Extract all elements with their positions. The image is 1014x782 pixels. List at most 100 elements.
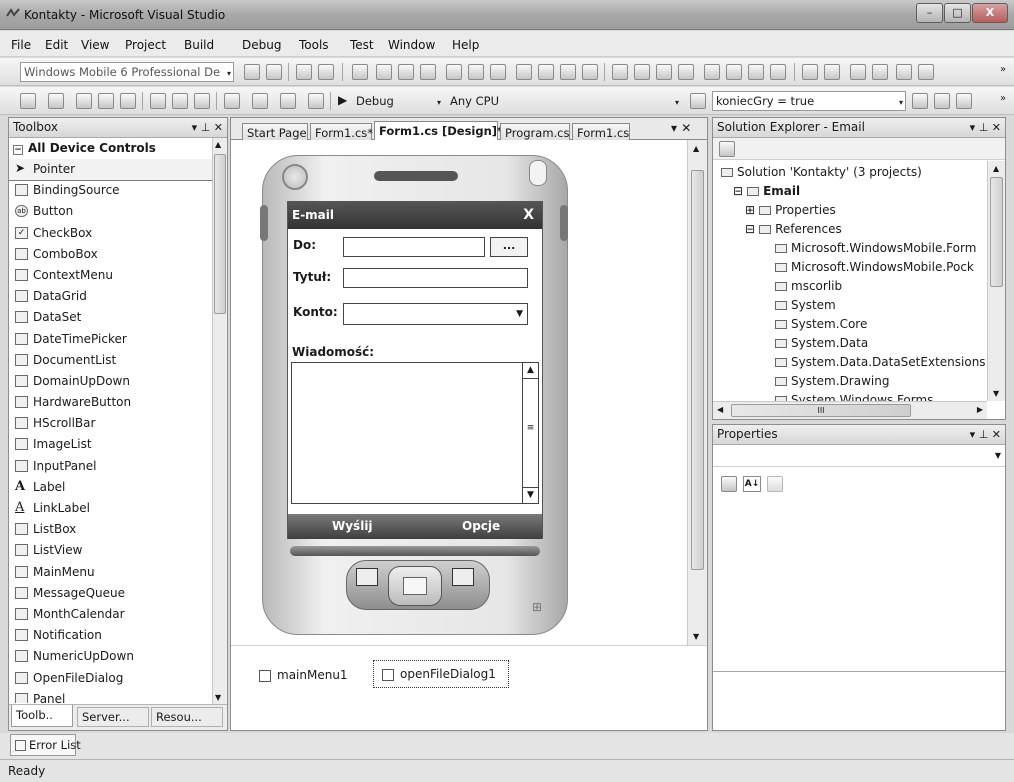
navigate-forward-icon[interactable]: [308, 93, 324, 109]
navigate-backward-icon[interactable]: [280, 93, 296, 109]
size-to-grid-icon[interactable]: [582, 64, 598, 80]
menu-tools[interactable]: Tools: [299, 38, 329, 52]
object-browser-icon[interactable]: [956, 93, 972, 109]
menu-edit[interactable]: Edit: [45, 38, 68, 52]
decrease-vspacing-icon[interactable]: [748, 64, 764, 80]
show-all-files-icon[interactable]: [719, 141, 735, 157]
wiadomosc-textbox[interactable]: ▲ ≡ ▼: [291, 362, 539, 504]
toolbar-overflow-icon[interactable]: »: [1000, 93, 1006, 104]
maximize-button[interactable]: □: [944, 3, 971, 23]
tree-item-reference[interactable]: Microsoft.WindowsMobile.Form: [775, 239, 976, 258]
form-close-icon[interactable]: X: [523, 202, 534, 228]
remove-vspacing-icon[interactable]: [770, 64, 786, 80]
align-lefts-icon[interactable]: [296, 64, 312, 80]
menu-wyslij[interactable]: Wyślij: [332, 519, 373, 533]
toolbox-item[interactable]: DataGrid: [9, 286, 212, 307]
toolbox-item[interactable]: ➤ Pointer: [9, 159, 212, 182]
copy-icon[interactable]: [172, 93, 188, 109]
menu-window[interactable]: Window: [388, 38, 435, 52]
categorized-icon[interactable]: [721, 476, 737, 492]
tytul-textbox[interactable]: [343, 268, 528, 288]
tab-toolbox[interactable]: Toolb..: [11, 705, 73, 727]
tree-item-solution[interactable]: Solution 'Kontakty' (3 projects): [721, 163, 922, 182]
toolbox-item[interactable]: ContextMenu: [9, 265, 212, 286]
tree-item-reference[interactable]: System.Core: [775, 315, 867, 334]
solution-config-combo[interactable]: Debug ▾: [352, 91, 444, 111]
toolbox-item[interactable]: DomainUpDown: [9, 371, 212, 392]
menu-view[interactable]: View: [81, 38, 109, 52]
redo-icon[interactable]: [252, 93, 268, 109]
scroll-up-icon[interactable]: ▲: [993, 164, 999, 173]
dpad[interactable]: [388, 566, 442, 606]
expand-icon[interactable]: ⊞: [745, 203, 755, 217]
scroll-thumb[interactable]: III: [731, 404, 911, 417]
tree-item-reference[interactable]: System.Windows.Forms: [775, 391, 933, 401]
scroll-thumb[interactable]: [214, 154, 226, 314]
tab-order-icon[interactable]: [896, 64, 912, 80]
tree-item-references[interactable]: ⊟ References: [745, 220, 842, 239]
align-left-icon[interactable]: [376, 64, 392, 80]
scroll-thumb[interactable]: [691, 170, 704, 570]
toolbox-header-buttons[interactable]: ▾ ⊥ ✕: [192, 118, 223, 137]
tree-item-reference[interactable]: mscorlib: [775, 277, 842, 296]
toolbox-item[interactable]: ComboBox: [9, 244, 212, 265]
align-top-icon[interactable]: [446, 64, 462, 80]
tab-form1-design[interactable]: Form1.cs [Design]*: [374, 121, 503, 142]
increase-hspacing-icon[interactable]: [634, 64, 650, 80]
toolbox-item[interactable]: HScrollBar: [9, 413, 212, 434]
tree-item-project[interactable]: ⊟ Email: [733, 182, 800, 201]
scroll-thumb[interactable]: [990, 177, 1003, 287]
tree-item-reference[interactable]: System.Data.DataSetExtensions: [775, 353, 986, 372]
scroll-up-icon[interactable]: ▲: [693, 144, 699, 153]
menu-debug[interactable]: Debug: [242, 38, 281, 52]
menu-test[interactable]: Test: [350, 38, 374, 52]
lock-controls-icon[interactable]: [918, 64, 934, 80]
toolbox-item[interactable]: MessageQueue: [9, 583, 212, 604]
scroll-down-icon[interactable]: ▼: [693, 632, 699, 641]
increase-vspacing-icon[interactable]: [726, 64, 742, 80]
scroll-up-icon[interactable]: ▲: [215, 140, 221, 149]
designer-scrollbar[interactable]: ▲ ▼: [687, 140, 707, 645]
alphabetical-icon[interactable]: A↓: [743, 476, 761, 492]
properties-header-buttons[interactable]: ▾ ⊥ ✕: [970, 425, 1001, 444]
toolbox-item[interactable]: OpenFileDialog: [9, 668, 212, 689]
scroll-up-icon[interactable]: ▲: [523, 363, 538, 379]
toolbox-item[interactable]: Panel: [9, 689, 212, 703]
collapse-icon[interactable]: −: [13, 145, 23, 155]
open-file-icon[interactable]: [76, 93, 92, 109]
device-options-icon[interactable]: [266, 64, 282, 80]
tree-item-reference[interactable]: System: [775, 296, 836, 315]
tree-item-reference[interactable]: Microsoft.WindowsMobile.Pock: [775, 258, 974, 277]
decrease-hspacing-icon[interactable]: [656, 64, 672, 80]
make-same-size-icon[interactable]: [560, 64, 576, 80]
toolbox-item[interactable]: MonthCalendar: [9, 604, 212, 625]
connect-device-icon[interactable]: [244, 64, 260, 80]
tab-server-explorer[interactable]: Server...: [77, 707, 149, 727]
scroll-right-icon[interactable]: ▶: [977, 405, 983, 414]
collapse-icon[interactable]: ⊟: [745, 222, 755, 236]
dpad-center[interactable]: [403, 577, 427, 595]
target-device-combo[interactable]: Windows Mobile 6 Professional De ▾: [20, 62, 234, 82]
scroll-down-icon[interactable]: ▼: [523, 487, 538, 503]
make-same-width-icon[interactable]: [516, 64, 532, 80]
menu-help[interactable]: Help: [452, 38, 479, 52]
align-center-icon[interactable]: [398, 64, 414, 80]
send-to-back-icon[interactable]: [872, 64, 888, 80]
vertical-spacing-icon[interactable]: [704, 64, 720, 80]
konto-combobox[interactable]: ▼: [343, 303, 528, 325]
toolbox-item[interactable]: DataSet: [9, 307, 212, 328]
find-in-files-icon[interactable]: [690, 93, 706, 109]
minimize-button[interactable]: –: [916, 3, 943, 23]
menu-file[interactable]: File: [11, 38, 31, 52]
start-debugging-icon[interactable]: ▶: [338, 93, 347, 107]
align-right-icon[interactable]: [420, 64, 436, 80]
soft-key-left-icon[interactable]: [356, 568, 378, 586]
browse-button[interactable]: ...: [490, 237, 528, 257]
close-button[interactable]: X: [972, 3, 1008, 23]
solution-tree-vscrollbar[interactable]: ▲ ▼: [987, 161, 1005, 401]
align-middle-icon[interactable]: [468, 64, 484, 80]
tab-list-and-close-buttons[interactable]: ▾ ✕: [671, 121, 691, 135]
align-centers-icon[interactable]: [318, 64, 334, 80]
scroll-down-icon[interactable]: ▼: [993, 389, 999, 398]
scroll-thumb[interactable]: ≡: [523, 423, 538, 437]
